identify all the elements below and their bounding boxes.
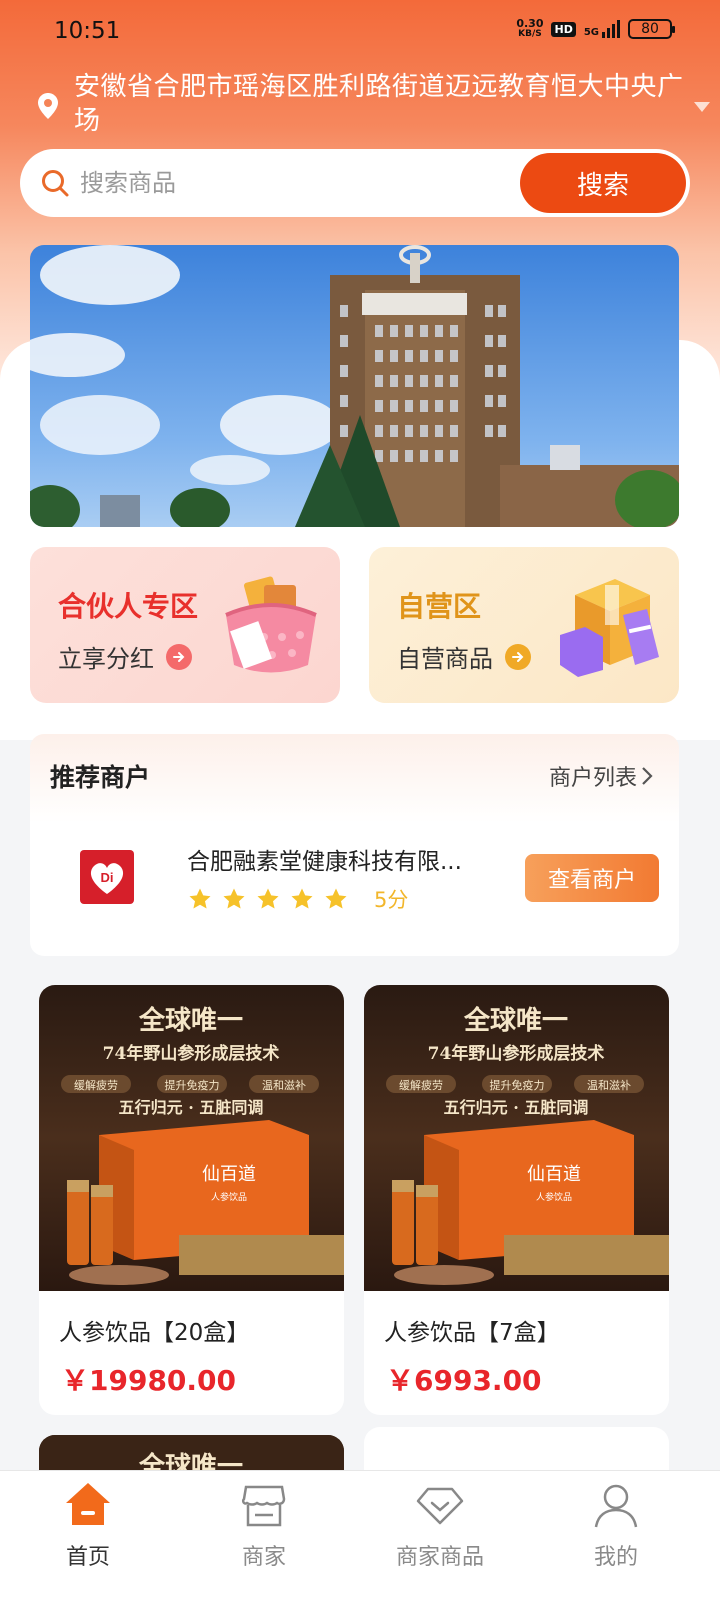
store-icon	[241, 1485, 286, 1527]
cellular-signal-icon: 5G	[584, 20, 620, 38]
location-pin-icon	[38, 93, 58, 119]
view-merchant-button[interactable]: 查看商户	[525, 854, 659, 902]
self-zone-title: 自营区	[397, 590, 482, 623]
chevron-down-icon	[694, 102, 710, 112]
search-button[interactable]: 搜索	[520, 153, 686, 213]
package-box-icon	[560, 579, 659, 677]
location-address: 安徽省合肥市瑶海区胜利路街道迈远教育恒大中央广场	[74, 72, 684, 136]
product-price: ￥19980.00	[61, 1364, 237, 1397]
merchant-list-link[interactable]: 商户列表	[549, 760, 653, 792]
network-speed: 0.30 KB/S	[516, 17, 544, 39]
partner-zone-card[interactable]: 合伙人专区 立享分红	[30, 547, 340, 703]
star-icon	[223, 888, 245, 909]
nav-merchant-products[interactable]: 商家商品	[352, 1471, 528, 1600]
status-icons: 0.30 KB/S HD 5G 80	[516, 17, 675, 40]
arrow-right-icon	[505, 643, 531, 670]
product-image-tag: 提升免疫力	[165, 1078, 220, 1092]
merchant-logo[interactable]: Di	[80, 850, 134, 904]
nav-home[interactable]: 首页	[0, 1471, 176, 1600]
product-name: 人参饮品【20盒】	[59, 1320, 250, 1346]
star-icon	[189, 888, 211, 909]
home-icon	[66, 1483, 110, 1525]
product-image-tag: 缓解疲劳	[74, 1078, 118, 1092]
product-card[interactable]: 全球唯一 74年野山参形成层技术 缓解疲劳 提升免疫力 温和滋补 五行归元 · …	[39, 985, 344, 1415]
partner-zone-title: 合伙人专区	[58, 590, 199, 623]
product-image-headline: 全球唯一	[463, 1005, 568, 1036]
product-image-motto: 五行归元 · 五脏同调	[119, 1098, 264, 1117]
chevron-right-icon	[642, 767, 653, 785]
product-image: 全球唯一 74年野山参形成层技术 缓解疲劳 提升免疫力 温和滋补 五行归元 · …	[364, 985, 669, 1291]
product-image-product: 人参饮品	[211, 1191, 247, 1203]
product-image-tag: 温和滋补	[262, 1079, 306, 1092]
product-image-headline: 全球唯一	[138, 1005, 243, 1036]
hd-badge: HD	[551, 21, 576, 37]
product-image-brand: 仙百道	[202, 1164, 256, 1185]
shopping-basket-icon	[225, 576, 317, 673]
star-icon	[291, 888, 313, 909]
search-bar: 搜索	[20, 149, 690, 217]
arrow-right-icon	[166, 643, 192, 670]
product-card[interactable]: 全球唯一 74年野山参形成层技术 缓解疲劳 提升免疫力 温和滋补 五行归元 · …	[364, 985, 669, 1415]
recommended-merchants-section: 推荐商户 商户列表 Di 合肥融素堂健康科技有限... 5分 查看商户	[30, 734, 679, 956]
user-icon	[594, 1484, 638, 1528]
star-icon	[325, 888, 347, 909]
self-zone-subtitle: 自营商品	[397, 639, 531, 674]
product-image-tag: 提升免疫力	[490, 1078, 545, 1092]
merchant-score: 5分	[374, 888, 409, 912]
nav-profile[interactable]: 我的	[528, 1471, 704, 1600]
status-bar: 10:51 0.30 KB/S HD 5G 80	[0, 0, 720, 64]
search-input[interactable]	[80, 169, 500, 197]
self-operated-zone-card[interactable]: 自营区 自营商品	[369, 547, 679, 703]
product-image-product: 人参饮品	[536, 1191, 572, 1203]
product-image-tag: 缓解疲劳	[399, 1078, 443, 1092]
diamond-icon	[416, 1487, 464, 1525]
location-selector[interactable]: 安徽省合肥市瑶海区胜利路街道迈远教育恒大中央广场	[36, 70, 710, 138]
product-name: 人参饮品【7盒】	[384, 1320, 560, 1346]
product-image-subline: 74年野山参形成层技术	[103, 1043, 280, 1064]
merchant-name[interactable]: 合肥融素堂健康科技有限...	[187, 842, 497, 876]
battery-icon: 80	[628, 19, 675, 39]
svg-text:Di: Di	[101, 870, 114, 885]
nav-merchants[interactable]: 商家	[176, 1471, 352, 1600]
partner-zone-subtitle: 立享分红	[58, 639, 192, 674]
building-photo	[30, 245, 679, 527]
star-icon	[257, 888, 279, 909]
search-icon	[42, 170, 69, 197]
product-image-subline: 74年野山参形成层技术	[428, 1043, 605, 1064]
banner-image[interactable]	[30, 245, 679, 527]
status-time: 10:51	[54, 18, 121, 44]
merchant-rating: 5分	[188, 884, 408, 914]
product-image: 全球唯一 74年野山参形成层技术 缓解疲劳 提升免疫力 温和滋补 五行归元 · …	[39, 985, 344, 1291]
product-image-tag: 温和滋补	[587, 1079, 631, 1092]
product-image-motto: 五行归元 · 五脏同调	[444, 1098, 589, 1117]
bottom-navigation: 首页 商家 商家商品 我的	[0, 1470, 720, 1600]
section-title: 推荐商户	[50, 763, 151, 792]
product-image-brand: 仙百道	[527, 1164, 581, 1185]
product-price: ￥6993.00	[386, 1364, 542, 1397]
